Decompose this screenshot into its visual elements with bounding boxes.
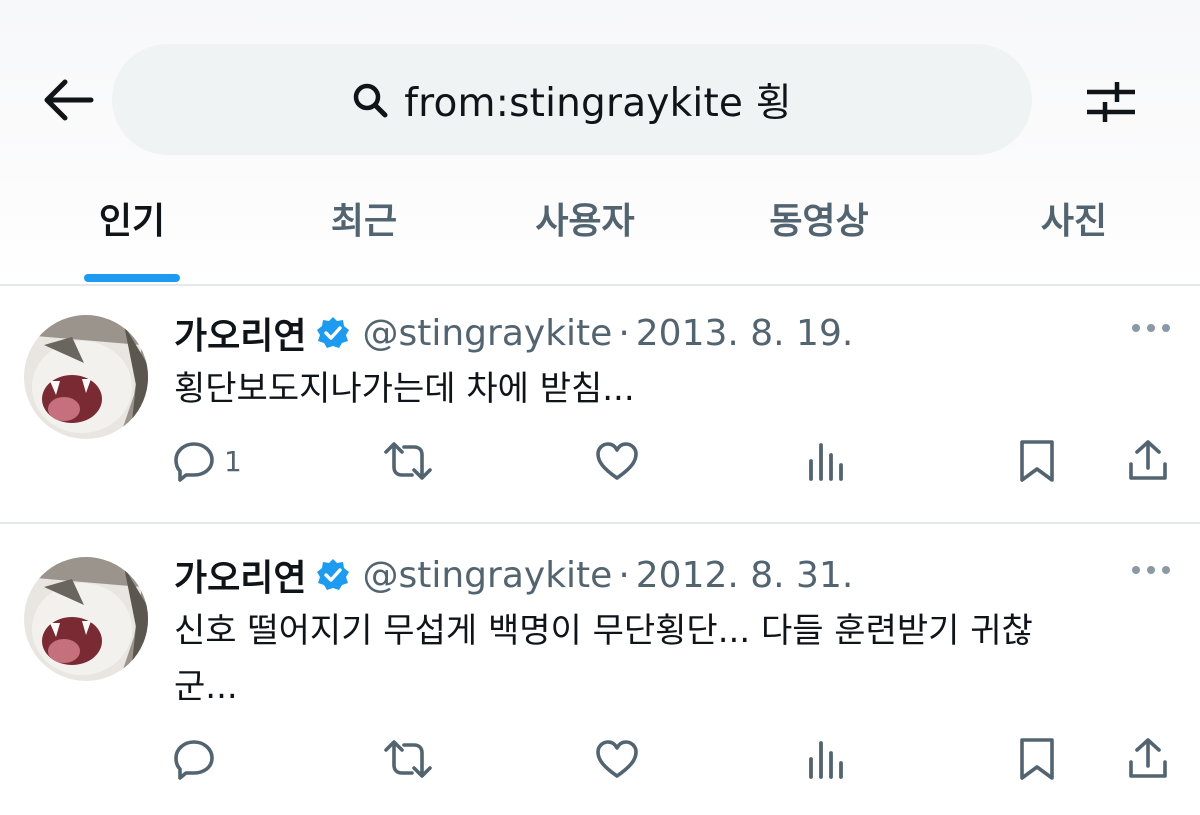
more-icon <box>1132 566 1170 574</box>
retweet-button[interactable] <box>382 433 434 489</box>
like-icon <box>596 442 638 480</box>
search-filter-button[interactable] <box>1080 72 1142 132</box>
tweet-divider <box>0 522 1200 524</box>
more-button[interactable] <box>1128 555 1174 585</box>
tab-label: 사진 <box>1040 201 1108 242</box>
separator: · <box>618 312 630 354</box>
tweet-date[interactable]: 2012. 8. 31. <box>636 555 854 596</box>
author-handle[interactable]: @stingraykite <box>362 313 612 354</box>
reply-button[interactable]: 1 <box>172 433 242 489</box>
avatar[interactable] <box>24 557 148 681</box>
views-icon <box>809 443 843 481</box>
author-name[interactable]: 가오리연 <box>174 549 306 601</box>
retweet-icon <box>384 442 432 480</box>
more-button[interactable] <box>1128 313 1174 343</box>
tab-popular[interactable]: 인기 <box>64 190 200 285</box>
tweet-text-line: 신호 떨어지기 무섭게 백명이 무단횡단... 다들 훈련받기 귀찮 <box>174 611 1033 651</box>
search-query: from:stingraykite 횡 <box>404 80 792 126</box>
filter-sliders-icon <box>1087 82 1135 122</box>
tab-label: 사용자 <box>535 201 635 242</box>
views-button[interactable] <box>806 433 846 489</box>
tab-videos[interactable]: 동영상 <box>744 190 894 285</box>
share-icon <box>1129 440 1167 480</box>
tweet-text-line: 군... <box>174 667 238 707</box>
tweet-date[interactable]: 2013. 8. 19. <box>636 313 854 354</box>
tweet-text: 횡단보도지나가는데 차에 받침... <box>174 361 1174 417</box>
bookmark-button[interactable] <box>1018 433 1056 489</box>
like-button[interactable] <box>594 433 640 489</box>
reply-icon <box>174 740 214 780</box>
avatar[interactable] <box>24 315 148 439</box>
like-icon <box>596 740 638 778</box>
reply-count: 1 <box>224 444 242 478</box>
tweet-text: 신호 떨어지기 무섭게 백명이 무단횡단... 다들 훈련받기 귀찮 군... <box>174 603 1174 715</box>
share-button[interactable] <box>1126 731 1170 787</box>
tab-photos[interactable]: 사진 <box>1006 190 1142 285</box>
like-button[interactable] <box>594 731 640 787</box>
bookmark-icon <box>1020 440 1054 482</box>
search-icon <box>353 83 388 117</box>
tab-label: 인기 <box>98 201 166 242</box>
cat-avatar-image <box>24 557 148 681</box>
tab-label: 최근 <box>330 201 398 242</box>
tweet-header: 가오리연 @stingraykite · 2013. 8. 19. <box>174 305 853 361</box>
tab-people[interactable]: 사용자 <box>510 190 660 285</box>
tweet-actions <box>0 731 1200 791</box>
bookmark-icon <box>1020 738 1054 780</box>
cat-avatar-image <box>24 315 148 439</box>
author-name[interactable]: 가오리연 <box>174 307 306 359</box>
verified-badge-icon <box>316 558 350 592</box>
retweet-icon <box>384 740 432 778</box>
verified-badge-icon <box>316 316 350 350</box>
views-button[interactable] <box>806 731 846 787</box>
tab-latest[interactable]: 최근 <box>296 190 432 285</box>
reply-button[interactable] <box>172 731 224 787</box>
bookmark-button[interactable] <box>1018 731 1056 787</box>
search-tabs: 인기 최근 사용자 동영상 사진 <box>0 190 1200 285</box>
search-input[interactable]: from:stingraykite 횡 <box>112 44 1032 155</box>
back-button[interactable] <box>38 70 98 130</box>
views-icon <box>809 741 843 779</box>
retweet-button[interactable] <box>382 731 434 787</box>
more-icon <box>1132 324 1170 332</box>
share-icon <box>1129 738 1167 778</box>
share-button[interactable] <box>1126 433 1170 489</box>
tweet-header: 가오리연 @stingraykite · 2012. 8. 31. <box>174 547 853 603</box>
author-handle[interactable]: @stingraykite <box>362 555 612 596</box>
tweet[interactable]: 가오리연 @stingraykite · 2012. 8. 31. 신호 떨어지… <box>0 547 1200 815</box>
reply-icon <box>174 442 214 482</box>
tweet[interactable]: 가오리연 @stingraykite · 2013. 8. 19. 횡단보도지나… <box>0 305 1200 520</box>
active-tab-indicator <box>84 274 180 282</box>
tweet-actions: 1 <box>0 433 1200 493</box>
tabs-divider <box>0 284 1200 286</box>
tab-label: 동영상 <box>769 201 869 242</box>
separator: · <box>618 554 630 596</box>
back-arrow-icon <box>44 79 94 121</box>
tweet-text-line: 횡단보도지나가는데 차에 받침... <box>174 369 635 409</box>
